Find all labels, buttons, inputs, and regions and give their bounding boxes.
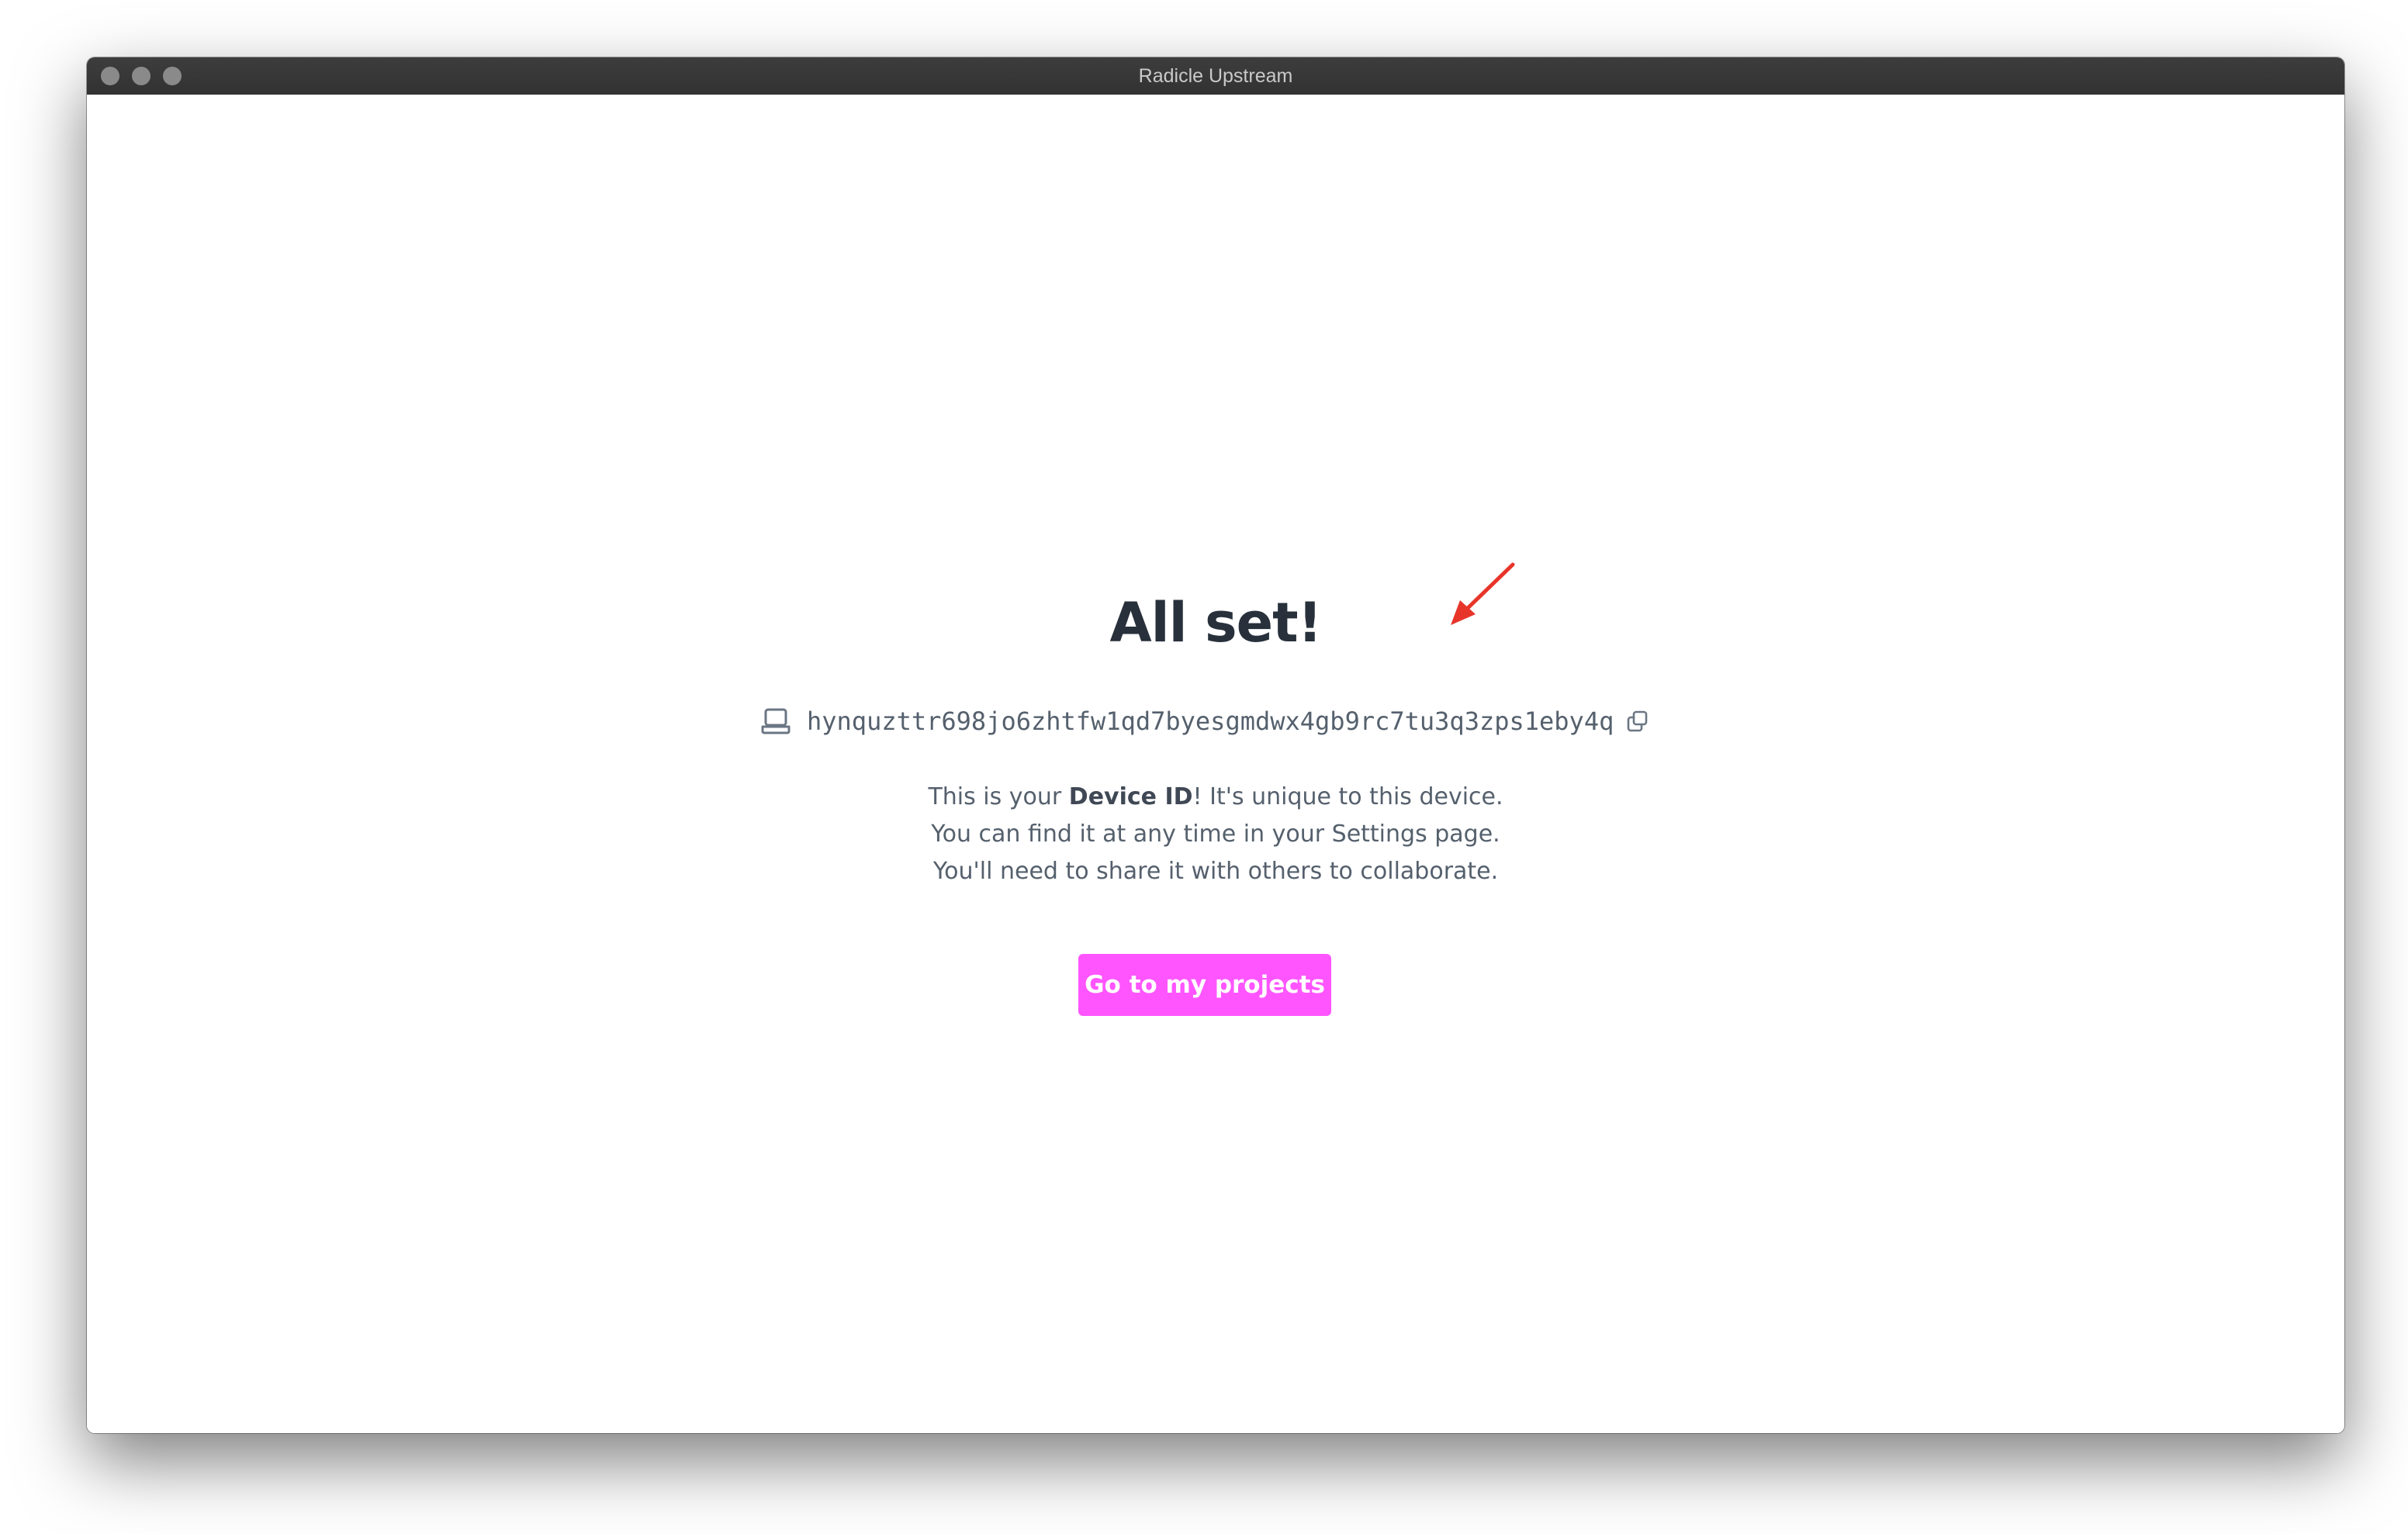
screenshot-stage: Radicle Upstream All set! hynquzttr698jo… [0, 0, 2408, 1534]
explanation-line-1: This is your Device ID! It's unique to t… [87, 779, 2344, 816]
device-id-value: hynquzttr698jo6zhtfw1qd7byesgmdwx4gb9rc7… [807, 707, 1614, 736]
copy-icon[interactable] [1626, 710, 1649, 733]
title-bar[interactable]: Radicle Upstream [87, 57, 2344, 95]
explanation-line-3: You'll need to share it with others to c… [932, 858, 1499, 885]
device-id-term: Device ID [1068, 783, 1193, 810]
red-arrow-icon [1451, 562, 1515, 625]
explanation-text: This is your [928, 783, 1069, 810]
explanation-text: ! It's unique to this device. [1192, 783, 1503, 810]
explanation-line-2: You can find it at any time in your Sett… [931, 821, 1500, 848]
laptop-icon [760, 706, 791, 737]
go-to-projects-button[interactable]: Go to my projects [1078, 954, 1331, 1016]
device-id-row: hynquzttr698jo6zhtfw1qd7byesgmdwx4gb9rc7… [760, 701, 1649, 741]
page-title: All set! [1109, 591, 1322, 655]
window-title: Radicle Upstream [1138, 65, 1293, 87]
device-id-explanation: This is your Device ID! It's unique to t… [87, 779, 2344, 890]
onboarding-content: All set! hynquzttr698jo6zhtfw1qd7byesgmd… [87, 95, 2344, 1433]
app-window: Radicle Upstream All set! hynquzttr698jo… [87, 57, 2344, 1433]
